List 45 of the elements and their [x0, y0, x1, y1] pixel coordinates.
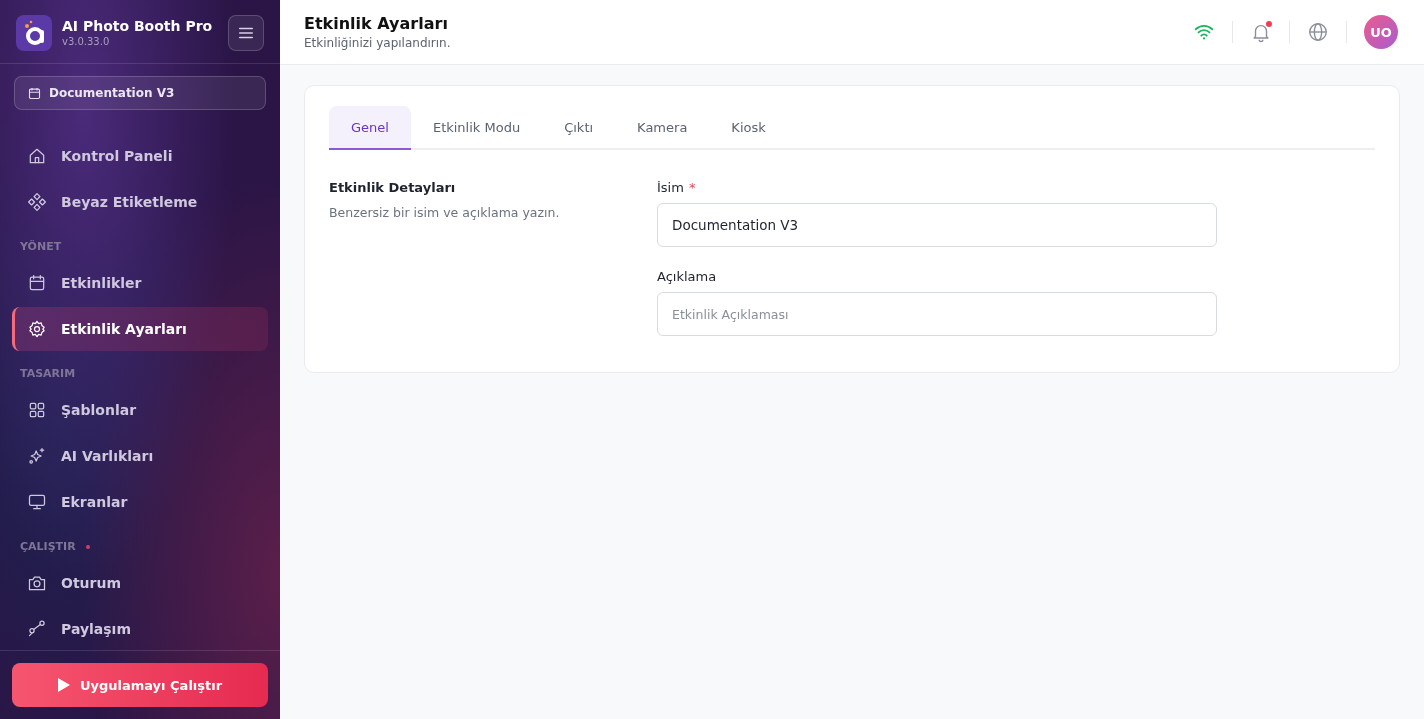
text-field[interactable]: Documentation V3: [657, 203, 1217, 247]
play-icon: [57, 678, 70, 692]
app-version: v3.0.33.0: [62, 36, 111, 47]
calendar-icon: [27, 85, 42, 101]
tab[interactable]: Kiosk: [709, 106, 788, 150]
section-label: ÇALIŞTIR: [20, 540, 76, 553]
field-label: Açıklama: [657, 269, 717, 284]
settings-icon: [27, 319, 47, 339]
page-title: Etkinlik Ayarları: [304, 14, 449, 33]
required-mark: *: [688, 180, 696, 195]
field-label: İsim: [657, 180, 684, 195]
monitor-icon: [27, 492, 47, 512]
menu-button[interactable]: [228, 14, 264, 51]
grid-icon: [27, 400, 47, 420]
event-selector[interactable]: Documentation V3: [14, 76, 266, 110]
tab[interactable]: Etkinlik Modu: [410, 106, 543, 150]
tab[interactable]: Çıktı: [542, 106, 616, 150]
page-subtitle: Etkinliğinizi yapılandırın.: [304, 36, 451, 50]
app-logo: [16, 14, 52, 51]
sparkle-icon: [27, 446, 47, 466]
section-label: YÖNET: [20, 240, 62, 253]
sidebar-item[interactable]: AI Varlıkları: [12, 434, 268, 478]
sidebar-item[interactable]: Kontrol Paneli: [12, 134, 268, 178]
sidebar-item[interactable]: Oturum: [12, 561, 268, 605]
sidebar-item[interactable]: Şablonlar: [12, 388, 268, 432]
section-description: Benzersiz bir isim ve açıklama yazın.: [329, 205, 561, 220]
home-icon: [27, 146, 47, 166]
app-name: AI Photo Booth Pro: [62, 18, 214, 34]
tab[interactable]: Genel: [329, 106, 411, 150]
user-avatar[interactable]: UO: [1364, 15, 1398, 49]
sidebar-item[interactable]: Beyaz Etiketleme: [12, 180, 268, 224]
share-icon: [27, 619, 47, 639]
diamonds-icon: [27, 192, 47, 212]
sidebar-item[interactable]: Paylaşım: [12, 607, 268, 650]
status-dot: [85, 544, 90, 549]
calendar-icon: [27, 273, 47, 293]
sidebar-item[interactable]: Etkinlik Ayarları: [12, 307, 268, 351]
section-label: TASARIM: [20, 367, 76, 380]
globe-icon[interactable]: [1307, 21, 1329, 43]
text-field[interactable]: Etkinlik Açıklaması: [657, 292, 1217, 336]
sidebar-item[interactable]: Ekranlar: [12, 480, 268, 524]
sidebar-item[interactable]: Etkinlikler: [12, 261, 268, 305]
run-app-button[interactable]: Uygulamayı Çalıştır: [12, 663, 268, 707]
tab[interactable]: Kamera: [615, 106, 710, 150]
section-title: Etkinlik Detayları: [329, 180, 457, 195]
